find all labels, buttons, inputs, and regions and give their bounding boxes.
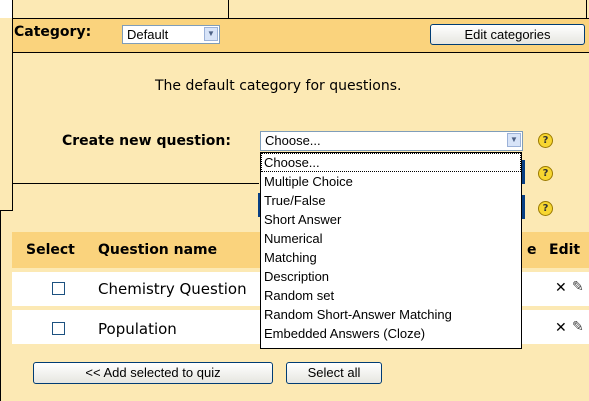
row-checkbox[interactable]	[52, 322, 65, 335]
edit-icon[interactable]: ✎	[572, 279, 584, 295]
dropdown-option[interactable]: Multiple Choice	[261, 172, 521, 191]
dropdown-option[interactable]: Description	[261, 267, 521, 286]
left-divider	[12, 52, 13, 210]
question-name: Population	[98, 320, 177, 338]
window-border-top-left	[0, 0, 13, 18]
chevron-down-icon[interactable]: ▼	[204, 27, 218, 41]
window-border-top-right2	[586, 0, 587, 18]
help-icon[interactable]: ?	[538, 133, 553, 148]
delete-icon[interactable]: ✕	[555, 320, 567, 336]
create-question-select[interactable]: Choose... ▼	[260, 131, 523, 151]
dropdown-option[interactable]: Matching	[261, 248, 521, 267]
column-edit: Edit	[549, 242, 581, 258]
header-divider	[12, 52, 589, 53]
category-description: The default category for questions.	[155, 78, 402, 94]
inner-top-line	[12, 183, 259, 184]
question-type-dropdown: Choose... Multiple Choice True/False Sho…	[260, 152, 522, 349]
category-select-value: Default	[127, 27, 169, 42]
dropdown-option[interactable]: True/False	[261, 191, 521, 210]
category-select[interactable]: Default ▼	[122, 25, 220, 44]
edit-categories-button[interactable]: Edit categories	[430, 24, 585, 45]
create-question-label: Create new question:	[62, 133, 231, 149]
dropdown-option[interactable]: Random Short-Answer Matching	[261, 305, 521, 324]
select-all-label: Select all	[307, 365, 361, 380]
help-icon[interactable]: ?	[538, 201, 553, 216]
create-question-select-value: Choose...	[265, 133, 321, 148]
category-label: Category:	[14, 24, 92, 40]
question-bank-panel: Category: Default ▼ Edit categories The …	[0, 0, 589, 401]
column-type-fragment: e	[527, 242, 537, 258]
left-frame-bottom	[0, 210, 13, 211]
select-all-button[interactable]: Select all	[286, 362, 382, 384]
edit-categories-label: Edit categories	[464, 27, 551, 42]
add-selected-to-quiz-button[interactable]: << Add selected to quiz	[33, 362, 273, 384]
add-selected-label: << Add selected to quiz	[85, 365, 221, 380]
dropdown-option[interactable]: Numerical	[261, 229, 521, 248]
help-icon[interactable]: ?	[538, 166, 553, 181]
column-select: Select	[26, 242, 75, 258]
left-frame-edge	[0, 210, 1, 401]
chevron-down-icon[interactable]: ▼	[507, 133, 521, 147]
delete-icon[interactable]: ✕	[555, 280, 567, 296]
column-question-name[interactable]: Question name	[98, 242, 217, 258]
dropdown-option[interactable]: Embedded Answers (Cloze)	[261, 324, 521, 343]
dropdown-option[interactable]: Random set	[261, 286, 521, 305]
edit-icon[interactable]: ✎	[572, 319, 584, 335]
row-checkbox[interactable]	[52, 282, 65, 295]
question-name: Chemistry Question	[98, 280, 247, 298]
dropdown-option[interactable]: Choose...	[261, 153, 521, 172]
window-border-top-right	[228, 0, 229, 18]
dropdown-option[interactable]: Short Answer	[261, 210, 521, 229]
